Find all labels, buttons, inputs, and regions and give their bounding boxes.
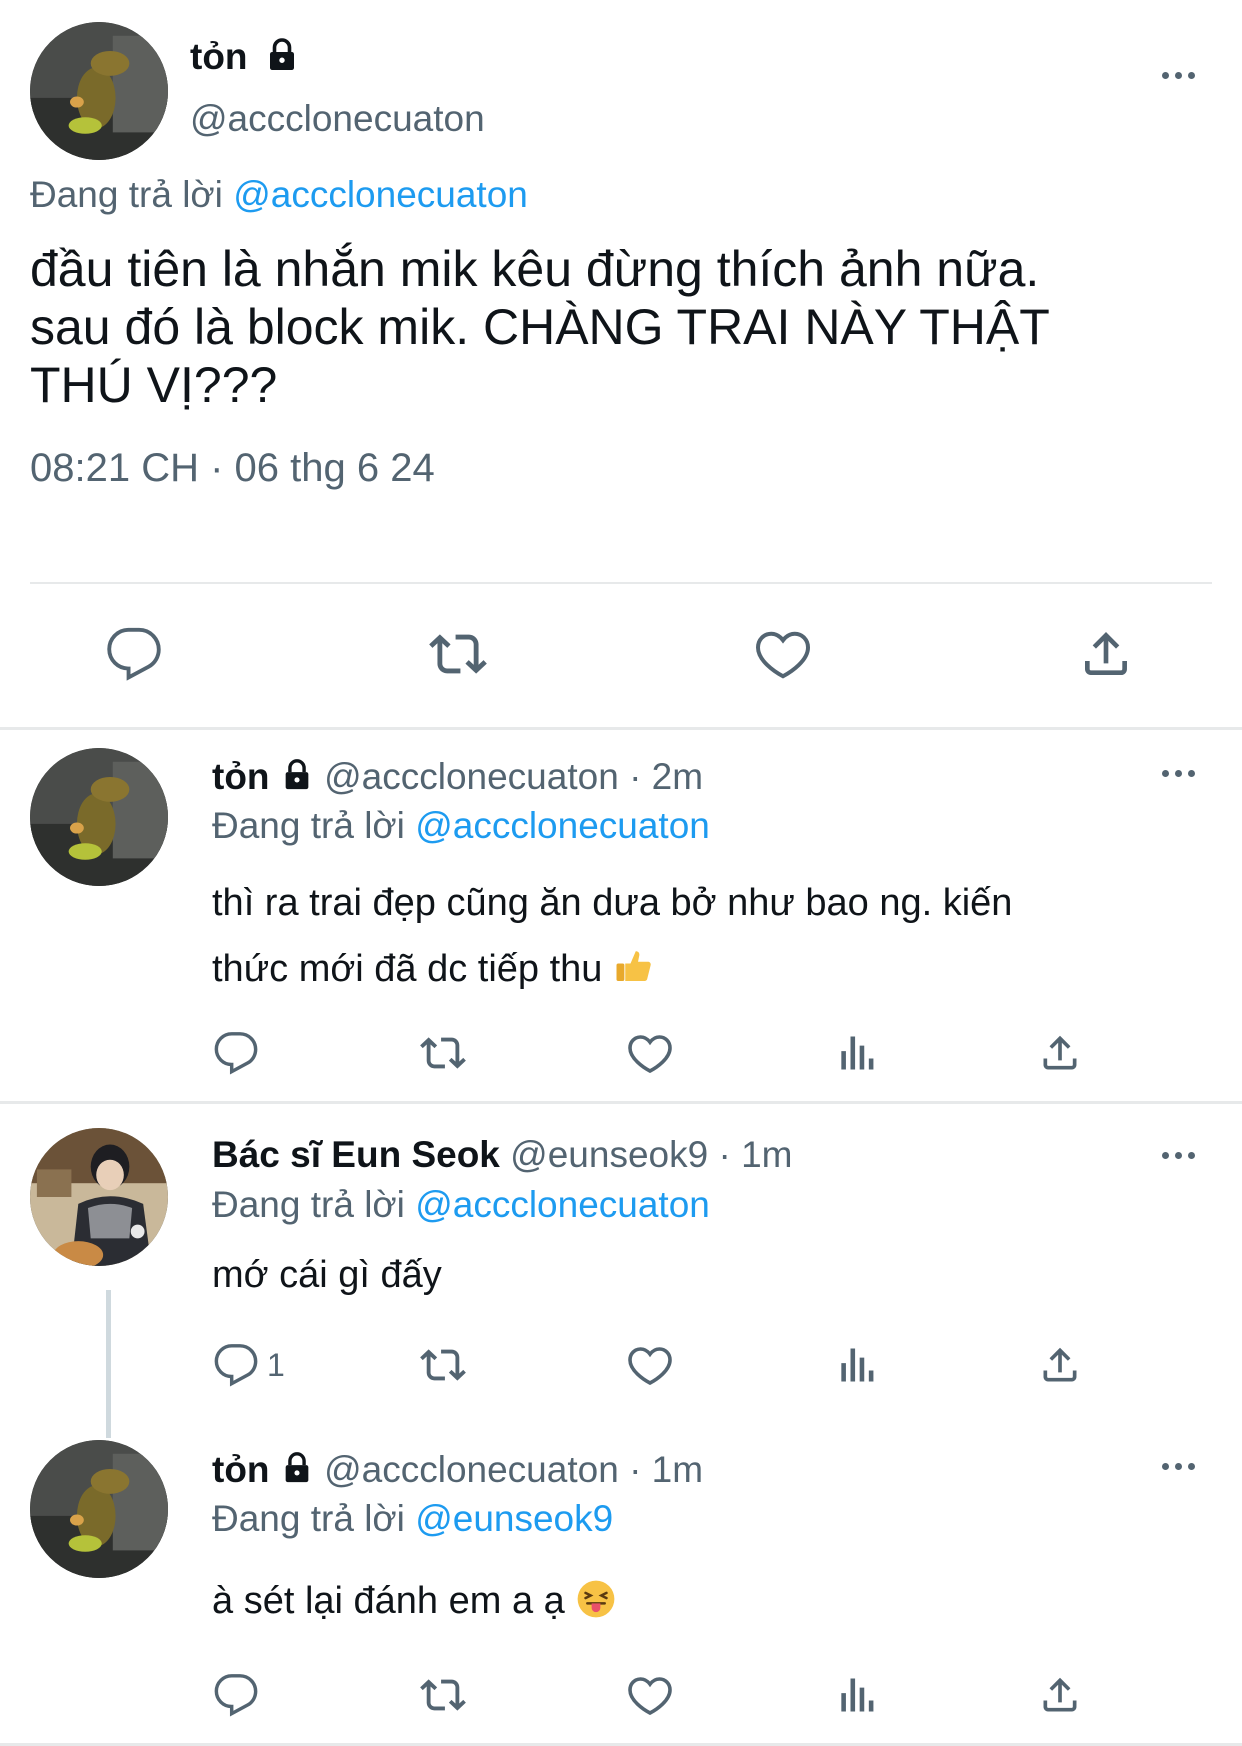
retweet-icon bbox=[429, 634, 487, 674]
reply-header: Bác sĩ Eun Seok @eunseok9 · 1m bbox=[212, 1134, 792, 1176]
more-icon[interactable] bbox=[1158, 1145, 1198, 1165]
replying-prefix: Đang trả lời bbox=[212, 805, 405, 846]
author-avatar[interactable] bbox=[30, 22, 168, 160]
replying-to-link[interactable]: @accclonecuaton bbox=[415, 805, 710, 846]
share-button[interactable] bbox=[1038, 1672, 1082, 1718]
dinosaur-plush-photo bbox=[30, 748, 168, 886]
person-with-dog-photo bbox=[30, 1128, 168, 1266]
reply-author-name[interactable]: tỏn bbox=[212, 1449, 270, 1490]
share-icon bbox=[1043, 1035, 1077, 1070]
retweet-button[interactable] bbox=[425, 625, 491, 683]
tongue-wink-emoji bbox=[577, 1580, 615, 1618]
reply-button[interactable] bbox=[213, 1672, 259, 1718]
divider bbox=[0, 1101, 1242, 1104]
share-icon bbox=[1043, 1347, 1077, 1382]
share-button[interactable] bbox=[1078, 625, 1134, 683]
reply-time[interactable]: · 2m bbox=[629, 756, 703, 797]
dinosaur-plush-photo bbox=[30, 22, 168, 160]
views-icon bbox=[841, 1036, 874, 1070]
reply-author-handle[interactable]: @eunseok9 bbox=[510, 1134, 708, 1175]
reply-icon bbox=[214, 1344, 258, 1387]
share-icon bbox=[1085, 632, 1127, 675]
retweet-button[interactable] bbox=[415, 1342, 471, 1388]
lock-icon bbox=[269, 38, 294, 71]
reply-avatar[interactable] bbox=[30, 1128, 168, 1266]
retweet-button[interactable] bbox=[415, 1672, 471, 1718]
reply-text: à sét lại đánh em a ạ bbox=[212, 1580, 617, 1623]
lock-icon bbox=[285, 1452, 309, 1483]
more-icon[interactable] bbox=[1158, 763, 1198, 783]
views-icon bbox=[841, 1678, 874, 1712]
reply-text-line: thức mới đã dc tiếp thu bbox=[212, 948, 603, 990]
reply-author-handle[interactable]: @accclonecuaton bbox=[324, 1449, 619, 1490]
divider bbox=[0, 727, 1242, 730]
reply-button[interactable]: 1 bbox=[213, 1342, 285, 1388]
like-button[interactable] bbox=[626, 1342, 674, 1390]
share-button[interactable] bbox=[1038, 1030, 1082, 1076]
reply-author-handle[interactable]: @accclonecuaton bbox=[324, 756, 619, 797]
reply-header: tỏn @accclonecuaton · 2m bbox=[212, 756, 703, 798]
replying-to-link[interactable]: @accclonecuaton bbox=[233, 174, 528, 215]
replying-to: Đang trả lời @accclonecuaton bbox=[212, 805, 710, 847]
author-handle[interactable]: @accclonecuaton bbox=[190, 98, 485, 140]
views-button[interactable] bbox=[834, 1030, 878, 1076]
retweet-button[interactable] bbox=[415, 1030, 471, 1076]
reply-author-name[interactable]: Bác sĩ Eun Seok bbox=[212, 1134, 500, 1175]
views-button[interactable] bbox=[834, 1342, 878, 1388]
replying-to: Đang trả lời @eunseok9 bbox=[212, 1498, 613, 1540]
reply-text-line: à sét lại đánh em a ạ bbox=[212, 1580, 565, 1622]
replying-prefix: Đang trả lời bbox=[30, 174, 223, 215]
lock-icon bbox=[285, 759, 309, 790]
reply-text: thì ra trai đẹp cũng ăn dưa bở như bao n… bbox=[212, 870, 1212, 1002]
reply-button[interactable] bbox=[105, 625, 163, 683]
more-icon[interactable] bbox=[1158, 1456, 1198, 1476]
like-icon bbox=[628, 1347, 672, 1386]
author-name[interactable]: tỏn bbox=[190, 36, 248, 77]
retweet-icon bbox=[420, 1349, 466, 1381]
more-icon[interactable] bbox=[1158, 65, 1198, 85]
like-icon bbox=[628, 1035, 672, 1074]
divider bbox=[30, 582, 1212, 584]
share-icon bbox=[1043, 1677, 1077, 1712]
like-icon bbox=[628, 1677, 672, 1716]
tweet-text-line: THÚ VỊ??? bbox=[30, 357, 278, 413]
reply-icon bbox=[107, 627, 161, 681]
reply-text: mớ cái gì đấy bbox=[212, 1254, 442, 1296]
retweet-icon bbox=[420, 1679, 466, 1711]
retweet-icon bbox=[420, 1037, 466, 1069]
reply-avatar[interactable] bbox=[30, 1440, 168, 1578]
like-icon bbox=[755, 631, 811, 679]
reply-text-line: thì ra trai đẹp cũng ăn dưa bở như bao n… bbox=[212, 882, 1013, 924]
thread-line bbox=[106, 1290, 111, 1438]
reply-author-name[interactable]: tỏn bbox=[212, 756, 270, 797]
reply-count: 1 bbox=[267, 1346, 285, 1383]
replying-prefix: Đang trả lời bbox=[212, 1184, 405, 1225]
tweet-timestamp[interactable]: 08:21 CH · 06 thg 6 24 bbox=[30, 446, 435, 491]
reply-button[interactable] bbox=[213, 1030, 259, 1076]
thumbs-up-emoji bbox=[616, 951, 651, 981]
reply-time[interactable]: · 1m bbox=[629, 1449, 703, 1490]
reply-icon bbox=[214, 1674, 258, 1717]
like-button[interactable] bbox=[626, 1672, 674, 1720]
reply-icon bbox=[214, 1032, 258, 1075]
reply-avatar[interactable] bbox=[30, 748, 168, 886]
tweet-text-line: sau đó là block mik. CHÀNG TRAI NÀY THẬT bbox=[30, 299, 1050, 355]
tweet-text-line: đầu tiên là nhắn mik kêu đừng thích ảnh … bbox=[30, 241, 1040, 297]
like-button[interactable] bbox=[753, 625, 813, 685]
dinosaur-plush-photo bbox=[30, 1440, 168, 1578]
replying-to: Đang trả lời @accclonecuaton bbox=[30, 174, 528, 216]
views-button[interactable] bbox=[834, 1672, 878, 1718]
reply-time[interactable]: · 1m bbox=[718, 1134, 792, 1175]
share-button[interactable] bbox=[1038, 1342, 1082, 1388]
replying-to-link[interactable]: @eunseok9 bbox=[415, 1498, 613, 1539]
replying-to-link[interactable]: @accclonecuaton bbox=[415, 1184, 710, 1225]
reply-header: tỏn @accclonecuaton · 1m bbox=[212, 1449, 703, 1491]
replying-to: Đang trả lời @accclonecuaton bbox=[212, 1184, 710, 1226]
views-icon bbox=[841, 1348, 874, 1382]
replying-prefix: Đang trả lời bbox=[212, 1498, 405, 1539]
tweet-text: đầu tiên là nhắn mik kêu đừng thích ảnh … bbox=[30, 240, 1220, 414]
like-button[interactable] bbox=[626, 1030, 674, 1078]
